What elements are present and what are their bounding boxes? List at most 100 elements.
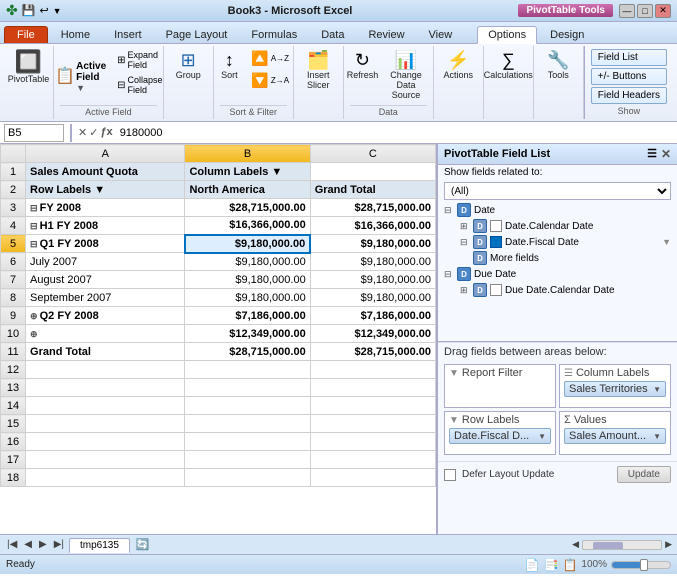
cell-b8[interactable]: $9,180,000.00 bbox=[185, 289, 310, 307]
row-labels-chip[interactable]: Date.Fiscal D... ▼ bbox=[449, 428, 551, 444]
tab-review[interactable]: Review bbox=[357, 26, 415, 43]
group-button[interactable]: ⊞ Group bbox=[171, 48, 206, 83]
insert-function-icon[interactable]: ƒx bbox=[100, 126, 112, 139]
view-page-break-icon[interactable]: 📋 bbox=[562, 558, 577, 572]
field-item-calendar-date[interactable]: ⊞ D Date.Calendar Date bbox=[438, 218, 677, 234]
quick-access-save[interactable]: 💾 bbox=[22, 4, 36, 17]
expand-4[interactable]: ⊟ bbox=[30, 221, 38, 231]
cell-c5[interactable]: $9,180,000.00 bbox=[310, 235, 435, 253]
cell-c11[interactable]: $28,715,000.00 bbox=[310, 343, 435, 361]
col-header-b[interactable]: B bbox=[185, 145, 310, 163]
active-field-button[interactable]: 📋 Active Field ▼ bbox=[50, 48, 111, 105]
maximize-button[interactable]: □ bbox=[637, 4, 653, 18]
cell-a12[interactable] bbox=[26, 361, 185, 379]
cell-c3[interactable]: $28,715,000.00 bbox=[310, 199, 435, 217]
cell-c16[interactable] bbox=[310, 433, 435, 451]
show-fields-dropdown[interactable]: (All) bbox=[444, 182, 671, 200]
calendar-date-checkbox[interactable] bbox=[490, 220, 502, 232]
tab-view[interactable]: View bbox=[418, 26, 464, 43]
tab-design[interactable]: Design bbox=[539, 26, 595, 43]
cell-b16[interactable] bbox=[185, 433, 310, 451]
defer-checkbox[interactable] bbox=[444, 469, 456, 481]
column-chip-arrow[interactable]: ▼ bbox=[653, 385, 661, 394]
quick-access-undo[interactable]: ↩ bbox=[39, 4, 48, 17]
col-header-c[interactable]: C bbox=[310, 145, 435, 163]
cell-b18[interactable] bbox=[185, 469, 310, 487]
update-button[interactable]: Update bbox=[617, 466, 671, 483]
cell-c18[interactable] bbox=[310, 469, 435, 487]
fiscal-date-expand-icon[interactable]: ⊟ bbox=[460, 237, 470, 248]
window-controls[interactable]: — □ ✕ bbox=[619, 4, 671, 18]
cell-c17[interactable] bbox=[310, 451, 435, 469]
h-scroll-thumb[interactable] bbox=[593, 542, 623, 550]
cell-b3[interactable]: $28,715,000.00 bbox=[185, 199, 310, 217]
cancel-formula-icon[interactable]: ✕ bbox=[78, 126, 87, 139]
expand-field-button[interactable]: ⊞Expand Field bbox=[113, 48, 166, 72]
expand-10[interactable]: ⊕ bbox=[30, 329, 38, 339]
cell-a2[interactable]: Row Labels ▼ bbox=[26, 181, 185, 199]
sheet-tab-add[interactable]: 🔄 bbox=[136, 538, 150, 551]
field-item-due-date[interactable]: ⊟ D Due Date bbox=[438, 266, 677, 282]
cell-b2[interactable]: North America bbox=[185, 181, 310, 199]
area-report-filter[interactable]: ▼ Report Filter bbox=[444, 364, 556, 408]
zoom-slider[interactable] bbox=[611, 561, 671, 569]
cell-b5[interactable]: $9,180,000.00 bbox=[185, 235, 310, 253]
sheet-nav-last[interactable]: ▶| bbox=[51, 539, 67, 550]
field-item-more-fields[interactable]: D More fields bbox=[438, 250, 677, 266]
quick-access-dropdown[interactable]: ▼ bbox=[53, 6, 62, 16]
cell-b10[interactable]: $12,349,000.00 bbox=[185, 325, 310, 343]
cell-a4[interactable]: ⊟H1 FY 2008 bbox=[26, 217, 185, 235]
cell-b9[interactable]: $7,186,000.00 bbox=[185, 307, 310, 325]
formula-input[interactable] bbox=[117, 124, 673, 142]
view-normal-icon[interactable]: 📄 bbox=[525, 558, 540, 572]
field-panel-close-icon[interactable]: ✕ bbox=[661, 147, 671, 161]
cell-c2[interactable]: Grand Total bbox=[310, 181, 435, 199]
collapse-field-button[interactable]: ⊟Collapse Field bbox=[113, 73, 166, 97]
row-chip-arrow[interactable]: ▼ bbox=[538, 432, 546, 441]
close-button[interactable]: ✕ bbox=[655, 4, 671, 18]
cell-c9[interactable]: $7,186,000.00 bbox=[310, 307, 435, 325]
cell-a1[interactable]: Sales Amount Quota bbox=[26, 163, 185, 181]
due-date-expand-icon[interactable]: ⊟ bbox=[444, 269, 454, 280]
cell-b1[interactable]: Column Labels ▼ bbox=[185, 163, 310, 181]
col-header-a[interactable]: A bbox=[26, 145, 185, 163]
tab-file[interactable]: File bbox=[4, 26, 48, 43]
due-calendar-expand-icon[interactable]: ⊞ bbox=[460, 285, 470, 296]
h-scroll-right[interactable]: ▶ bbox=[662, 539, 675, 550]
minimize-button[interactable]: — bbox=[619, 4, 635, 18]
actions-button[interactable]: ⚡ Actions bbox=[438, 48, 478, 83]
date-expand-icon[interactable]: ⊟ bbox=[444, 205, 454, 216]
cell-a7[interactable]: August 2007 bbox=[26, 271, 185, 289]
tab-home[interactable]: Home bbox=[50, 26, 101, 43]
fiscal-date-checkbox[interactable] bbox=[490, 236, 502, 248]
cell-c4[interactable]: $16,366,000.00 bbox=[310, 217, 435, 235]
cell-c12[interactable] bbox=[310, 361, 435, 379]
cell-c10[interactable]: $12,349,000.00 bbox=[310, 325, 435, 343]
cell-c7[interactable]: $9,180,000.00 bbox=[310, 271, 435, 289]
cell-c15[interactable] bbox=[310, 415, 435, 433]
sheet-nav-next[interactable]: ▶ bbox=[36, 539, 50, 550]
cell-a11[interactable]: Grand Total bbox=[26, 343, 185, 361]
refresh-button[interactable]: ↻ Refresh bbox=[346, 48, 380, 83]
cell-a15[interactable] bbox=[26, 415, 185, 433]
cell-c13[interactable] bbox=[310, 379, 435, 397]
h-scroll-left[interactable]: ◀ bbox=[569, 539, 582, 550]
sort-az-button[interactable]: 🔼A→Z bbox=[247, 48, 293, 69]
column-labels-chip[interactable]: Sales Territories ▼ bbox=[564, 381, 666, 397]
cell-a16[interactable] bbox=[26, 433, 185, 451]
cell-a3[interactable]: ⊟FY 2008 bbox=[26, 199, 185, 217]
cell-a14[interactable] bbox=[26, 397, 185, 415]
values-chip[interactable]: Sales Amount... ▼ bbox=[564, 428, 666, 444]
view-layout-icon[interactable]: 📑 bbox=[544, 558, 559, 572]
cell-b11[interactable]: $28,715,000.00 bbox=[185, 343, 310, 361]
expand-9[interactable]: ⊕ bbox=[30, 311, 38, 321]
tools-button[interactable]: 🔧 Tools bbox=[542, 48, 574, 83]
tab-data[interactable]: Data bbox=[310, 26, 355, 43]
values-chip-arrow[interactable]: ▼ bbox=[653, 432, 661, 441]
cell-b12[interactable] bbox=[185, 361, 310, 379]
cell-b14[interactable] bbox=[185, 397, 310, 415]
cell-b7[interactable]: $9,180,000.00 bbox=[185, 271, 310, 289]
cell-c14[interactable] bbox=[310, 397, 435, 415]
area-column-labels[interactable]: ☰ Column Labels Sales Territories ▼ bbox=[559, 364, 671, 408]
tab-pagelayout[interactable]: Page Layout bbox=[155, 26, 239, 43]
